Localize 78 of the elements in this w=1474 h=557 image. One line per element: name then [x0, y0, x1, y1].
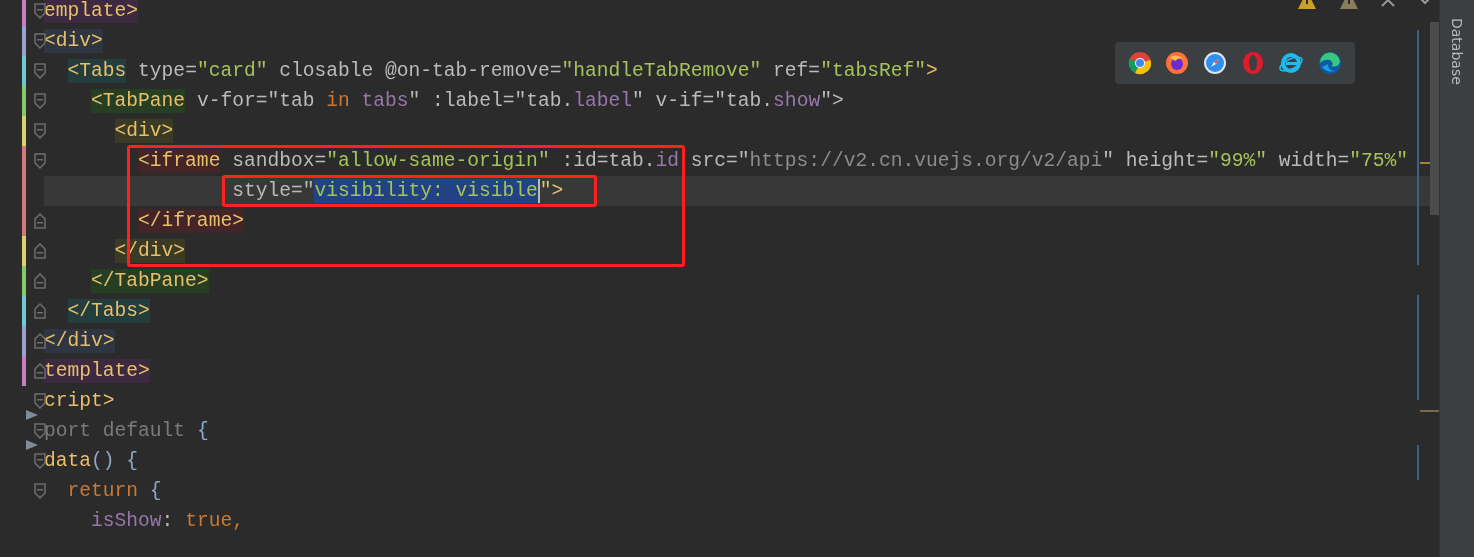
- code-token: template>: [44, 359, 150, 383]
- scrollbar-thumb[interactable]: [1430, 22, 1439, 215]
- code-token: "99%": [1208, 149, 1267, 173]
- fold-icon[interactable]: [34, 213, 46, 229]
- run-icon[interactable]: [25, 408, 39, 422]
- code-token: emplate>: [44, 0, 139, 23]
- code-token: show: [773, 89, 821, 113]
- fold-icon[interactable]: [34, 393, 46, 409]
- fold-icon[interactable]: [34, 273, 46, 289]
- code-token: " :label="tab.: [408, 89, 574, 113]
- code-token: ref=: [773, 59, 821, 83]
- browser-icon[interactable]: [1278, 51, 1305, 75]
- fold-icon[interactable]: [34, 243, 46, 259]
- code-token: tabs: [361, 89, 409, 113]
- code-token: </div>: [44, 329, 115, 353]
- code-token: closable @on-tab-remove=: [279, 59, 562, 83]
- code-token: :id=tab.: [561, 149, 656, 173]
- code-token: ">: [820, 89, 844, 113]
- code-token: height=: [1125, 149, 1209, 173]
- code-token: port default: [44, 419, 186, 443]
- code-token: v-for="tab: [196, 89, 316, 113]
- code-token: "card": [196, 59, 268, 83]
- code-token: src=": [690, 149, 750, 173]
- error-stripe-mark: [1420, 410, 1439, 412]
- fold-icon[interactable]: [34, 3, 46, 19]
- fold-icon[interactable]: [34, 453, 46, 469]
- code-token: width=: [1278, 149, 1350, 173]
- code-token: id: [655, 149, 679, 173]
- code-token: <Tabs: [67, 59, 127, 83]
- fold-icon[interactable]: [34, 483, 46, 499]
- code-token: <div>: [44, 29, 103, 53]
- code-token: "75%": [1349, 149, 1409, 173]
- code-token: "allow-same-origin": [326, 149, 550, 173]
- fold-icon[interactable]: [34, 363, 46, 379]
- code-token: <iframe: [138, 149, 221, 173]
- code-token: isShow: [91, 509, 162, 533]
- code-token: </iframe>: [138, 209, 244, 233]
- fold-icon[interactable]: [34, 153, 46, 169]
- fold-icon[interactable]: [34, 33, 46, 49]
- fold-icon[interactable]: [34, 63, 46, 79]
- change-marker: [1417, 445, 1419, 480]
- fold-icon[interactable]: [34, 303, 46, 319]
- code-token: <TabPane: [91, 89, 186, 113]
- code-token: "handleTabRemove": [561, 59, 762, 83]
- code-token: style=": [232, 179, 315, 203]
- code-token: </TabPane>: [91, 269, 209, 293]
- code-token: ": [1102, 149, 1115, 173]
- side-tab[interactable]: Database: [1449, 18, 1465, 85]
- code-token: :: [161, 509, 175, 533]
- code-token: () {: [91, 449, 139, 473]
- browser-icon[interactable]: [1127, 51, 1152, 75]
- code-token: {: [149, 479, 162, 503]
- code-token: " v-if="tab.: [632, 89, 774, 113]
- code-token: cript>: [44, 389, 115, 413]
- code-token: data: [44, 449, 92, 473]
- browser-icon[interactable]: [1318, 51, 1343, 75]
- code-token: label: [573, 89, 632, 113]
- fold-icon[interactable]: [34, 93, 46, 109]
- code-token: "tabsRef": [820, 59, 926, 83]
- fold-icon[interactable]: [34, 123, 46, 139]
- run-icon[interactable]: [25, 438, 39, 452]
- code-token: {: [196, 419, 209, 443]
- code-token: <div>: [114, 119, 174, 143]
- code-token: sandbox=: [232, 149, 327, 173]
- fold-icon[interactable]: [34, 333, 46, 349]
- code-token: </Tabs>: [67, 299, 150, 323]
- code-token: https://v2.cn.vuejs.org/v2/api: [749, 149, 1103, 173]
- browser-icon[interactable]: [1165, 51, 1190, 75]
- browser-icon[interactable]: [1203, 51, 1228, 75]
- fold-icon[interactable]: [34, 423, 46, 439]
- code-token: true,: [185, 509, 244, 533]
- code-token: return: [67, 479, 139, 503]
- code-token: type=: [138, 59, 197, 83]
- code-token: ">: [539, 179, 564, 203]
- code-token: in: [326, 89, 350, 113]
- text-caret: [537, 179, 540, 203]
- code-token: >: [925, 59, 938, 83]
- selected-code-text: visibility: visible: [314, 179, 538, 203]
